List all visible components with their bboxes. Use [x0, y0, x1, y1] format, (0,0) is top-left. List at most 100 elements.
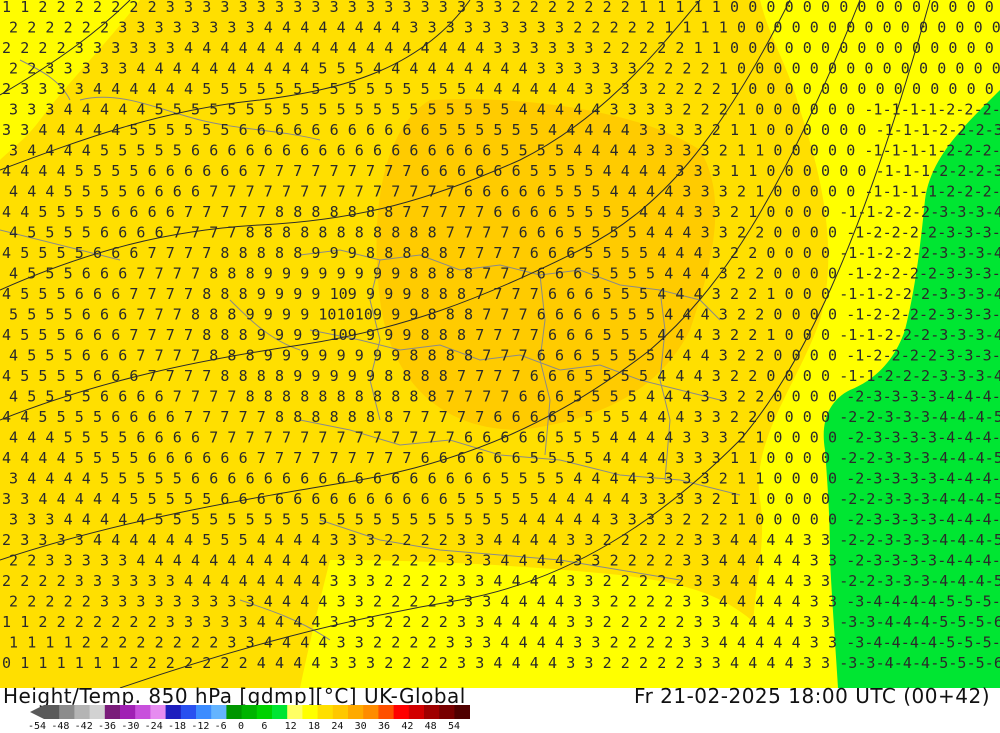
temp-label: -2 [864, 347, 882, 365]
temp-label: -4 [992, 265, 1000, 283]
temp-label: 8 [409, 224, 418, 242]
temp-label: 3 [82, 60, 91, 78]
temp-label: 2 [45, 19, 54, 37]
temp-label: 1 [639, 0, 648, 16]
temp-label: 8 [428, 306, 437, 324]
temp-label: 6 [275, 121, 284, 139]
scale-swatch [135, 705, 151, 719]
temp-label: 6 [166, 203, 175, 221]
scale-swatch [256, 705, 273, 719]
temp-label: 6 [100, 224, 109, 242]
temp-label: -3 [992, 183, 1000, 201]
temp-label: 7 [202, 367, 211, 385]
temp-label: 5 [610, 388, 619, 406]
temp-label: 2 [646, 634, 655, 652]
temp-label: 3 [548, 39, 557, 57]
temp-label: 5 [355, 60, 364, 78]
temp-label: 6 [366, 490, 375, 508]
temp-label: 7 [300, 429, 309, 447]
temp-label: 4 [191, 60, 200, 78]
temp-label: 8 [311, 408, 320, 426]
temp-label: -3 [937, 306, 955, 324]
temp-label: -3 [912, 572, 930, 590]
temp-label: 4 [566, 490, 575, 508]
temp-label: 7 [184, 203, 193, 221]
temp-label: 3 [118, 552, 127, 570]
temp-label: 2 [148, 654, 157, 672]
temp-label: -3 [894, 408, 912, 426]
temp-label: 5 [191, 511, 200, 529]
temp-label: 5 [173, 511, 182, 529]
temp-label: 5 [646, 347, 655, 365]
temp-label: -2 [974, 101, 992, 119]
temp-label: 5 [548, 449, 557, 467]
temp-label: 3 [148, 39, 157, 57]
temp-label: 4 [9, 265, 18, 283]
temp-label: 5 [464, 511, 473, 529]
temp-label: 5 [493, 490, 502, 508]
temp-label: 8 [439, 326, 448, 344]
temp-label: 6 [519, 429, 528, 447]
scale-tick-label: -54 [28, 721, 47, 732]
temp-label: 3 [810, 593, 819, 611]
temp-label: 7 [493, 367, 502, 385]
temp-label: -2 [846, 470, 864, 488]
temp-label: 2 [621, 572, 630, 590]
temp-label: 4 [45, 470, 54, 488]
temp-label: 7 [300, 183, 309, 201]
temp-label: 0 [967, 39, 976, 57]
temp-label: 3 [584, 654, 593, 672]
temp-label: 4 [646, 388, 655, 406]
temp-label: 8 [446, 265, 455, 283]
temp-label: 7 [493, 285, 502, 303]
temp-label: 7 [355, 429, 364, 447]
temp-label: 5 [293, 80, 302, 98]
scale-swatch [180, 705, 197, 719]
temp-label: 0 [828, 101, 837, 119]
temp-label: 8 [409, 388, 418, 406]
temp-label: 5 [173, 470, 182, 488]
temp-label: 4 [512, 531, 521, 549]
scale-swatch [408, 705, 425, 719]
temp-label: 0 [919, 60, 928, 78]
temp-label: 6 [566, 285, 575, 303]
temp-label: 4 [603, 162, 612, 180]
temp-label: 8 [220, 244, 229, 262]
temp-label: 4 [785, 531, 794, 549]
temp-label: 4 [318, 19, 327, 37]
scale-tick-label: 12 [284, 721, 297, 732]
temp-label: 5 [155, 470, 164, 488]
temp-label: 6 [537, 224, 546, 242]
temp-label: 0 [792, 224, 801, 242]
temp-label: 6 [275, 490, 284, 508]
temp-label: 5 [45, 388, 54, 406]
temp-label: 3 [428, 19, 437, 37]
temp-label: -4 [937, 511, 955, 529]
temp-label: 6 [537, 347, 546, 365]
temp-label: 6 [100, 388, 109, 406]
temp-label: 4 [737, 593, 746, 611]
temp-label: -2 [967, 121, 985, 139]
temp-label: 5 [584, 367, 593, 385]
temp-label: -4 [894, 654, 912, 672]
temp-label: 5 [584, 244, 593, 262]
temp-label: 9 [355, 265, 364, 283]
temp-label: 3 [719, 429, 728, 447]
temp-label: 0 [876, 0, 885, 16]
temp-label: 8 [311, 203, 320, 221]
temp-label: 0 [821, 203, 830, 221]
temp-label: 5 [628, 306, 637, 324]
temp-label: 1 [755, 429, 764, 447]
temp-label: -3 [864, 429, 882, 447]
temp-label: 4 [2, 408, 11, 426]
temp-label: 0 [810, 388, 819, 406]
temp-label: 3 [591, 593, 600, 611]
temp-label: 8 [330, 408, 339, 426]
temp-label: 5 [64, 347, 73, 365]
temp-label: 4 [573, 101, 582, 119]
temp-label: 3 [384, 0, 393, 16]
temp-label: 7 [148, 244, 157, 262]
temp-label: 4 [566, 121, 575, 139]
temp-label: 5 [64, 265, 73, 283]
temp-label: 7 [482, 388, 491, 406]
